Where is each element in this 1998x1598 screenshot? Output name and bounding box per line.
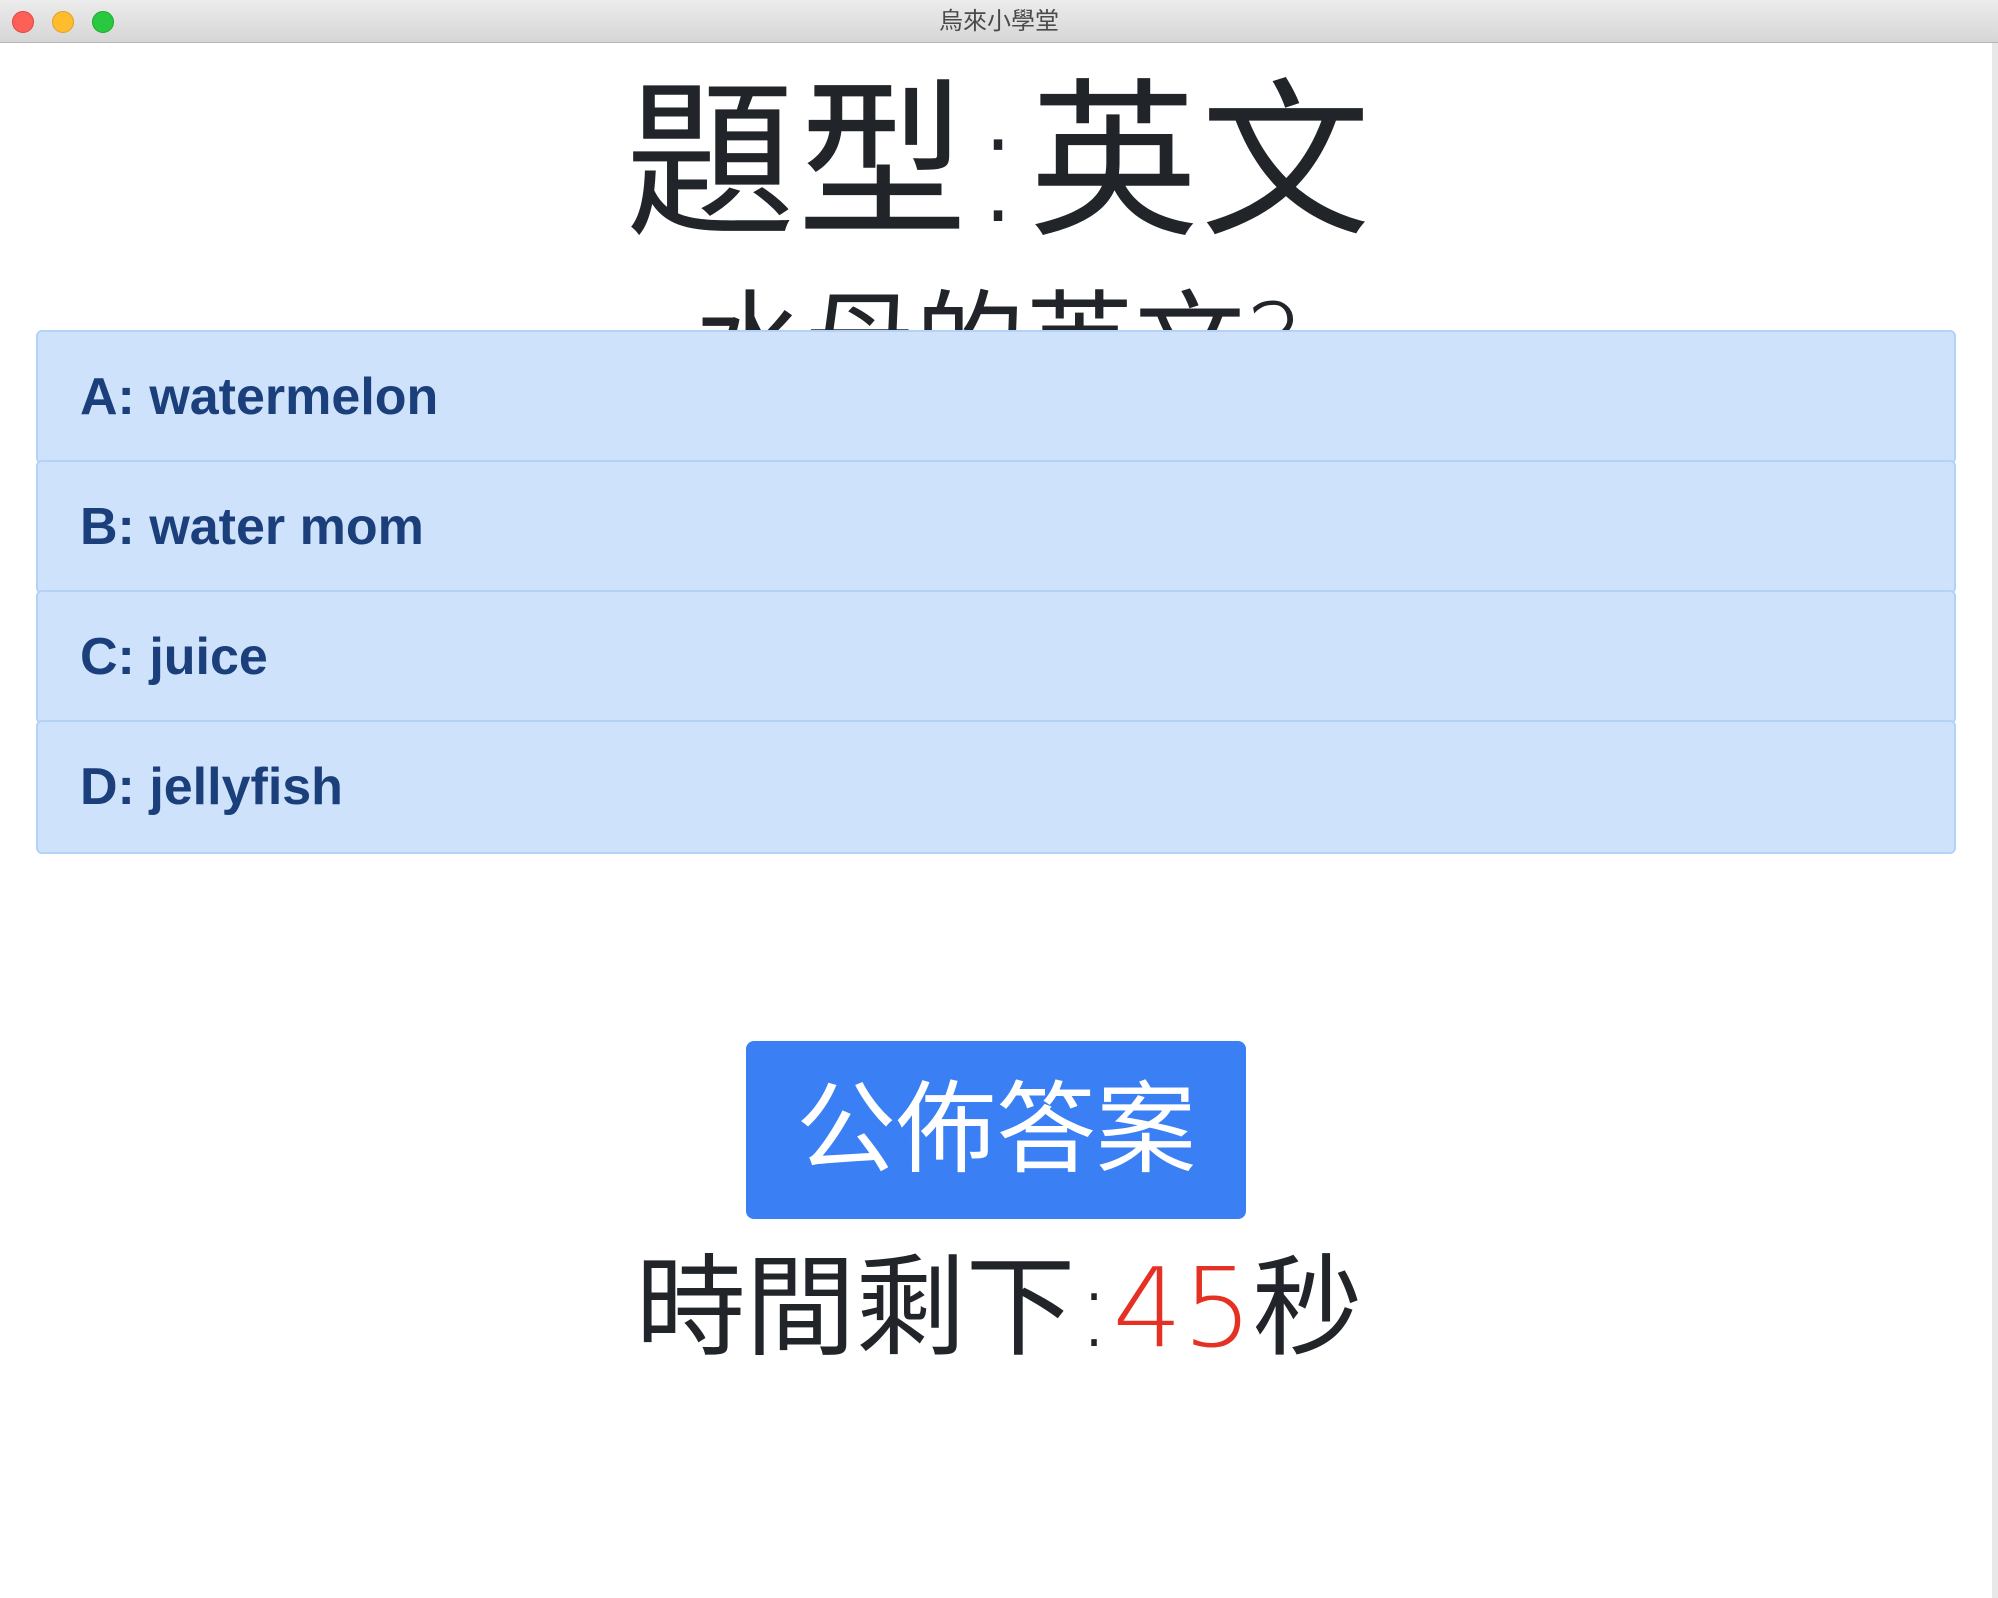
option-b[interactable]: B: water mom [36,460,1956,594]
question-category: 題型:英文 [625,64,1373,262]
option-a[interactable]: A: watermelon [36,330,1956,464]
window-title: 烏來小學堂 [939,7,1059,35]
quiz-content: 題型:英文 水母的英文? A: watermelon B: water mom … [0,43,1998,1598]
title-bar[interactable]: 烏來小學堂 [0,0,1998,43]
timer-seconds: 45 [1112,1244,1253,1372]
timer-suffix: 秒 [1252,1244,1363,1372]
reveal-answer-button[interactable]: 公佈答案 [746,1041,1246,1219]
option-c[interactable]: C: juice [36,590,1956,724]
time-remaining: 時間剩下:45秒 [0,1243,1998,1373]
timer-prefix: 時間剩下: [635,1244,1113,1372]
app-window: 烏來小學堂 題型:英文 水母的英文? A: watermelon B: wate… [0,0,1998,1598]
window-right-edge [1992,43,1998,1598]
option-d[interactable]: D: jellyfish [36,720,1956,854]
